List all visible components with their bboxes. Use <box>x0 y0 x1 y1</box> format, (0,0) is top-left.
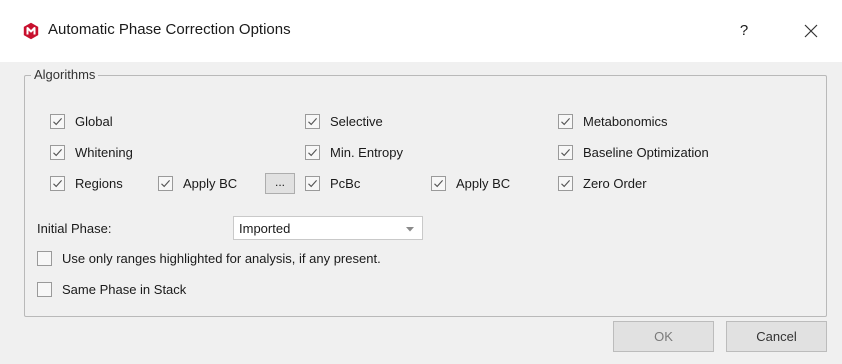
zero-order-checkbox[interactable]: Zero Order <box>558 176 647 191</box>
pcbc-label: PcBc <box>330 176 361 191</box>
checkmark-icon <box>53 118 63 126</box>
same-phase-checkbox[interactable]: Same Phase in Stack <box>37 282 186 297</box>
checkbox-box[interactable] <box>158 176 173 191</box>
checkbox-box[interactable] <box>50 176 65 191</box>
checkbox-box[interactable] <box>305 114 320 129</box>
cancel-button[interactable]: Cancel <box>726 321 827 352</box>
use-ranges-label: Use only ranges highlighted for analysis… <box>62 251 381 266</box>
checkbox-box[interactable] <box>431 176 446 191</box>
regions-label: Regions <box>75 176 123 191</box>
metabonomics-checkbox[interactable]: Metabonomics <box>558 114 668 129</box>
selective-label: Selective <box>330 114 383 129</box>
metabonomics-label: Metabonomics <box>583 114 668 129</box>
title-bar: Automatic Phase Correction Options ? <box>0 0 842 62</box>
pcbc-checkbox[interactable]: PcBc <box>305 176 360 191</box>
algorithms-group <box>24 75 827 317</box>
same-phase-label: Same Phase in Stack <box>62 282 187 297</box>
checkmark-icon <box>561 149 571 157</box>
window-title: Automatic Phase Correction Options <box>48 21 291 38</box>
close-button[interactable] <box>797 17 825 45</box>
use-ranges-checkbox[interactable]: Use only ranges highlighted for analysis… <box>37 251 381 266</box>
pcbc-apply-bc-checkbox[interactable]: Apply BC <box>431 176 510 191</box>
checkmark-icon <box>308 149 318 157</box>
checkmark-icon <box>161 180 171 188</box>
initial-phase-label: Initial Phase: <box>37 221 112 236</box>
app-logo-icon <box>23 22 39 40</box>
checkbox-box[interactable] <box>50 145 65 160</box>
checkbox-box[interactable] <box>37 282 52 297</box>
min-entropy-checkbox[interactable]: Min. Entropy <box>305 145 403 160</box>
checkbox-box[interactable] <box>558 114 573 129</box>
checkbox-box[interactable] <box>305 176 320 191</box>
regions-more-button[interactable]: ... <box>265 173 295 194</box>
baseline-optimization-label: Baseline Optimization <box>583 145 709 160</box>
checkbox-box[interactable] <box>305 145 320 160</box>
checkmark-icon <box>308 180 318 188</box>
checkmark-icon <box>434 180 444 188</box>
checkmark-icon <box>308 118 318 126</box>
checkbox-box[interactable] <box>558 176 573 191</box>
ok-button[interactable]: OK <box>613 321 714 352</box>
global-checkbox[interactable]: Global <box>50 114 113 129</box>
pcbc-apply-bc-label: Apply BC <box>456 176 511 191</box>
dropdown-arrow-icon <box>406 227 414 232</box>
global-label: Global <box>75 114 113 129</box>
close-icon <box>804 24 818 38</box>
baseline-optimization-checkbox[interactable]: Baseline Optimization <box>558 145 709 160</box>
checkmark-icon <box>53 180 63 188</box>
algorithms-legend: Algorithms <box>31 67 99 82</box>
selective-checkbox[interactable]: Selective <box>305 114 383 129</box>
initial-phase-select[interactable]: Imported <box>233 216 423 240</box>
regions-apply-bc-checkbox[interactable]: Apply BC <box>158 176 237 191</box>
regions-checkbox[interactable]: Regions <box>50 176 123 191</box>
checkmark-icon <box>53 149 63 157</box>
whitening-label: Whitening <box>75 145 133 160</box>
checkbox-box[interactable] <box>37 251 52 266</box>
checkbox-box[interactable] <box>558 145 573 160</box>
zero-order-label: Zero Order <box>583 176 647 191</box>
help-button[interactable]: ? <box>732 17 756 45</box>
checkmark-icon <box>561 180 571 188</box>
checkmark-icon <box>561 118 571 126</box>
checkbox-box[interactable] <box>50 114 65 129</box>
min-entropy-label: Min. Entropy <box>330 145 403 160</box>
initial-phase-value: Imported <box>239 221 291 236</box>
regions-apply-bc-label: Apply BC <box>183 176 238 191</box>
whitening-checkbox[interactable]: Whitening <box>50 145 133 160</box>
